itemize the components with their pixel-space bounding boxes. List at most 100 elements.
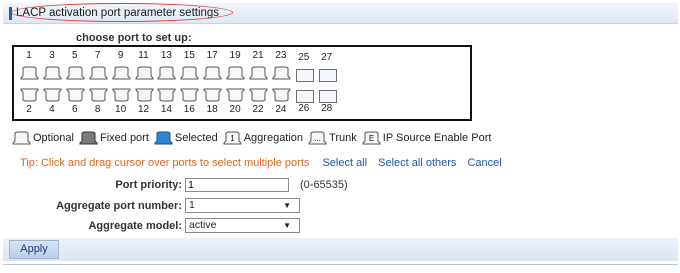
port-number-label: 22 — [252, 104, 264, 115]
port[interactable] — [226, 88, 245, 102]
port-number-label: 17 — [206, 50, 218, 61]
port-number-label: 21 — [252, 50, 264, 61]
port[interactable] — [20, 88, 39, 102]
legend-aggregation: 1 Aggregation — [223, 131, 303, 145]
port[interactable] — [272, 88, 291, 102]
choose-port-label: choose port to set up: — [76, 32, 192, 44]
optional-port-icon — [12, 131, 31, 145]
dropdown-arrow-icon: ▼ — [283, 201, 291, 210]
port-number-label: 3 — [49, 50, 55, 61]
aggregate-port-number-select[interactable]: 1 ▼ — [185, 198, 300, 213]
port[interactable] — [20, 66, 39, 80]
port-panel: 1 3 5 7 9 11 13 15 17 19 21 23 25 27 2 4 6 8 10 12 14 16 18 20 2… — [12, 45, 472, 121]
port[interactable] — [135, 66, 154, 80]
port-number-label: 24 — [275, 104, 287, 115]
aggregate-port-number-value: 1 — [189, 199, 195, 211]
bottom-divider — [3, 264, 678, 265]
port-number-label: 7 — [94, 50, 101, 61]
port[interactable] — [89, 66, 108, 80]
apply-button[interactable]: Apply — [9, 240, 59, 259]
legend-optional-label: Optional — [33, 132, 74, 144]
port-number-label: 2 — [26, 104, 32, 115]
port-number-label: 1 — [26, 50, 32, 61]
port[interactable] — [112, 88, 131, 102]
port-legend: Optional Fixed port Selected 1 Aggregati… — [12, 130, 493, 146]
selected-port-icon — [154, 131, 173, 145]
aggregation-port-icon: 1 — [223, 131, 242, 145]
port-number-label: 5 — [72, 50, 78, 61]
svg-text:1: 1 — [230, 134, 235, 143]
port-number-label: 20 — [229, 104, 241, 115]
port-number-label: 8 — [94, 104, 101, 115]
legend-trunk: ... Trunk — [308, 131, 357, 145]
aggregate-port-number-label: Aggregate port number: — [56, 200, 182, 212]
title-highlight-circle — [11, 3, 233, 22]
tip-text: Tip: Click and drag cursor over ports to… — [20, 157, 310, 169]
port-number-label: 12 — [137, 104, 150, 115]
port[interactable] — [135, 88, 154, 102]
port[interactable] — [249, 66, 268, 80]
port-number-label: 27 — [321, 52, 333, 63]
port-number-label: 15 — [183, 50, 195, 61]
port-priority-range: (0-65535) — [300, 179, 348, 191]
select-all-link[interactable]: Select all — [322, 157, 367, 169]
tip-line: Tip: Click and drag cursor over ports to… — [20, 157, 502, 169]
aggregate-model-select[interactable]: active ▼ — [185, 218, 300, 233]
fiber-port[interactable] — [318, 90, 337, 103]
legend-fixed: Fixed port — [79, 131, 149, 145]
port-number-label: 16 — [183, 104, 195, 115]
aggregate-model-value: active — [189, 219, 217, 231]
ip-source-port-icon: E — [362, 131, 381, 145]
legend-selected-label: Selected — [174, 132, 218, 144]
port-number-label: 28 — [321, 103, 333, 114]
apply-bar: Apply — [3, 238, 678, 261]
port[interactable] — [203, 88, 222, 102]
aggregate-model-label: Aggregate model: — [88, 220, 182, 232]
legend-selected: Selected — [154, 131, 218, 145]
port-number-label: 4 — [49, 104, 55, 115]
port-number-label: 25 — [298, 52, 310, 63]
port[interactable] — [180, 66, 199, 80]
port[interactable] — [226, 66, 245, 80]
port[interactable] — [89, 88, 108, 102]
legend-aggregation-label: Aggregation — [243, 132, 304, 144]
legend-ipsource-label: IP Source Enable Port — [382, 132, 492, 144]
port[interactable] — [112, 66, 131, 80]
port-number-label: 10 — [115, 104, 127, 115]
port[interactable] — [203, 66, 222, 80]
port-number-label: 19 — [229, 50, 241, 61]
port[interactable] — [66, 88, 85, 102]
legend-trunk-label: Trunk — [329, 132, 357, 144]
dropdown-arrow-icon: ▼ — [283, 221, 291, 230]
port[interactable] — [66, 66, 85, 80]
legend-fixed-label: Fixed port — [99, 132, 149, 144]
port-number-label: 23 — [275, 50, 287, 61]
fiber-port[interactable] — [295, 69, 314, 82]
port-number-label: 18 — [206, 104, 218, 115]
cancel-link[interactable]: Cancel — [467, 157, 501, 169]
port[interactable] — [157, 88, 176, 102]
port[interactable] — [43, 88, 62, 102]
port[interactable] — [180, 88, 199, 102]
port-number-label: 26 — [298, 103, 310, 114]
page-header: LACP activation port parameter settings — [3, 3, 678, 24]
fiber-port[interactable] — [295, 90, 314, 103]
svg-text:...: ... — [314, 134, 321, 143]
trunk-port-icon: ... — [308, 131, 327, 145]
port-number-label: 11 — [138, 50, 149, 61]
select-all-others-link[interactable]: Select all others — [378, 157, 456, 169]
port[interactable] — [157, 66, 176, 80]
port-number-label: 14 — [160, 104, 172, 115]
port[interactable] — [249, 88, 268, 102]
port-priority-label: Port priority: — [115, 179, 182, 191]
port[interactable] — [272, 66, 291, 80]
port[interactable] — [43, 66, 62, 80]
port-number-label: 13 — [160, 50, 172, 61]
legend-optional: Optional — [12, 131, 74, 145]
port-number-label: 6 — [72, 104, 78, 115]
svg-text:E: E — [369, 134, 374, 143]
port-priority-input[interactable] — [185, 178, 289, 192]
port-number-label: 9 — [117, 50, 124, 61]
legend-ipsource: E IP Source Enable Port — [362, 131, 492, 145]
fiber-port[interactable] — [318, 69, 337, 82]
